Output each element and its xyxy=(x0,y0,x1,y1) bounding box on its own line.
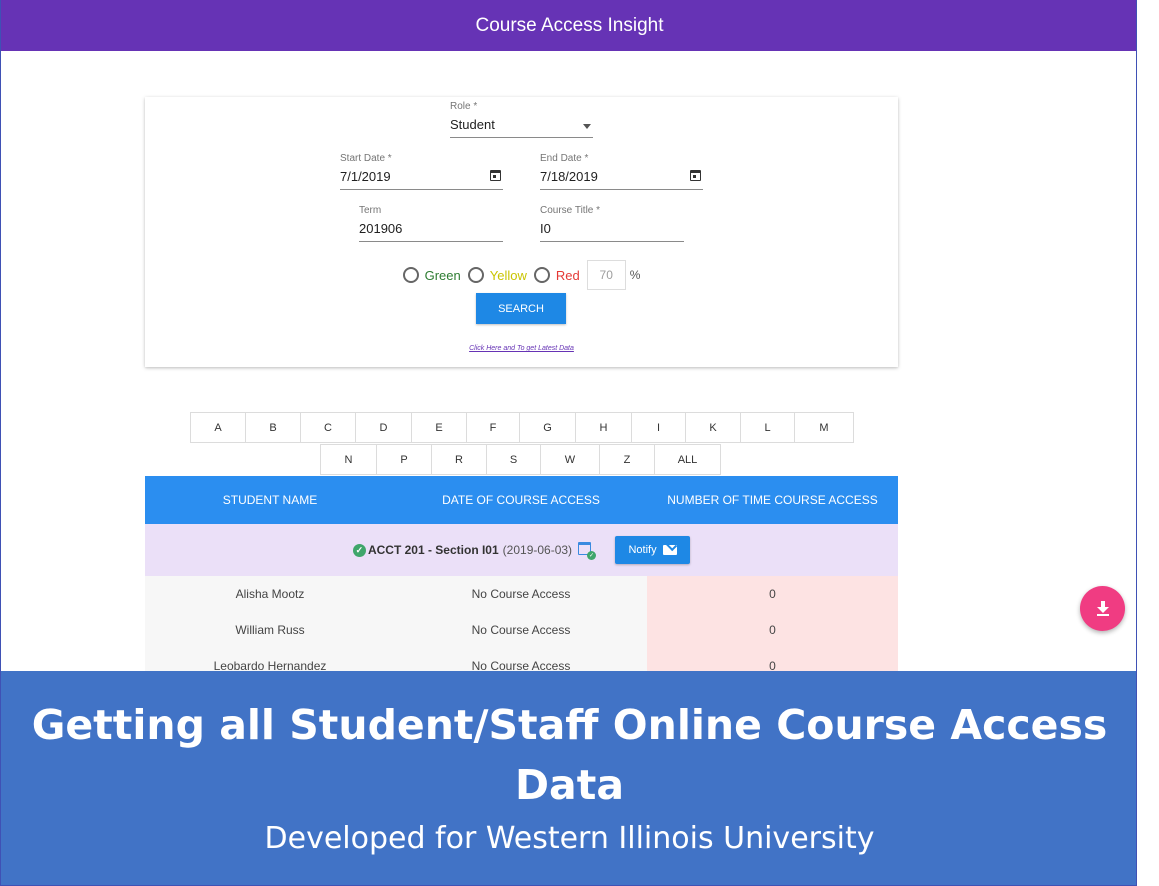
role-select[interactable]: Role * Student xyxy=(450,101,593,138)
table-row: William Russ No Course Access 0 xyxy=(145,612,898,648)
end-date-field[interactable]: End Date * 7/18/2019 xyxy=(540,153,703,190)
app-frame: Course Access Insight Role * Student Sta… xyxy=(0,0,1137,886)
term-field[interactable]: Term 201906 xyxy=(359,205,503,242)
notify-label: Notify xyxy=(628,544,657,556)
radio-red[interactable]: Red xyxy=(533,267,580,283)
start-date-value: 7/1/2019 xyxy=(340,169,391,184)
role-value-text: Student xyxy=(450,117,495,132)
search-button[interactable]: SEARCH xyxy=(476,293,566,324)
app-bar: Course Access Insight xyxy=(1,0,1136,51)
chevron-down-icon[interactable] xyxy=(583,124,591,129)
column-header-access-date[interactable]: DATE OF COURSE ACCESS xyxy=(395,493,647,507)
alpha-button-r[interactable]: R xyxy=(431,444,487,475)
mail-icon xyxy=(662,545,677,555)
alphabet-filter-row-1: A B C D E F G H I K L M xyxy=(190,412,854,443)
end-date-value: 7/18/2019 xyxy=(540,169,598,184)
table-header: STUDENT NAME DATE OF COURSE ACCESS NUMBE… xyxy=(145,476,898,524)
search-form-card: Role * Student Start Date * 7/1/2019 End… xyxy=(145,97,898,367)
download-icon xyxy=(1096,600,1110,617)
alpha-button-c[interactable]: C xyxy=(300,412,356,443)
app-title: Course Access Insight xyxy=(475,14,664,36)
access-date-cell: No Course Access xyxy=(395,612,647,648)
event-available-icon: ✓ xyxy=(578,541,597,560)
section-title: ACCT 201 - Section I01 xyxy=(367,543,499,557)
percent-sign: % xyxy=(629,268,641,282)
radio-yellow[interactable]: Yellow xyxy=(467,267,527,283)
alpha-button-k[interactable]: K xyxy=(685,412,741,443)
table-row: Alisha Mootz No Course Access 0 xyxy=(145,576,898,612)
radio-circle[interactable] xyxy=(467,267,484,283)
banner-subtitle: Developed for Western Illinois Universit… xyxy=(264,821,875,856)
course-title-label: Course Title * xyxy=(540,205,601,216)
end-date-input[interactable]: 7/18/2019 xyxy=(540,164,703,190)
alpha-button-w[interactable]: W xyxy=(540,444,600,475)
end-date-label: End Date * xyxy=(540,153,589,164)
latest-data-link[interactable]: Click Here and To get Latest Data xyxy=(145,345,898,352)
course-section-row: ✓ ACCT 201 - Section I01 (2019-06-03) ✓ … xyxy=(145,524,898,576)
notify-button[interactable]: Notify xyxy=(615,536,691,564)
term-input[interactable]: 201906 xyxy=(359,216,503,242)
start-date-label: Start Date * xyxy=(340,153,392,164)
radio-circle[interactable] xyxy=(533,267,550,283)
course-title-input[interactable]: I0 xyxy=(540,216,684,242)
start-date-input[interactable]: 7/1/2019 xyxy=(340,164,503,190)
banner-headline: Getting all Student/Staff Online Course … xyxy=(31,701,1108,809)
alpha-button-n[interactable]: N xyxy=(320,444,377,475)
radio-red-label: Red xyxy=(555,267,580,283)
alpha-button-f[interactable]: F xyxy=(466,412,520,443)
alpha-button-s[interactable]: S xyxy=(486,444,541,475)
role-value[interactable]: Student xyxy=(450,112,593,138)
mini-check-icon: ✓ xyxy=(587,550,597,560)
alpha-button-m[interactable]: M xyxy=(794,412,854,443)
check-circle-icon: ✓ xyxy=(352,543,366,557)
alpha-button-h[interactable]: H xyxy=(575,412,632,443)
student-name-cell: William Russ xyxy=(145,612,395,648)
start-date-field[interactable]: Start Date * 7/1/2019 xyxy=(340,153,503,190)
alpha-button-all[interactable]: ALL xyxy=(654,444,721,475)
promo-banner: Getting all Student/Staff Online Course … xyxy=(1,671,1136,885)
alpha-button-d[interactable]: D xyxy=(355,412,412,443)
column-header-student-name[interactable]: STUDENT NAME xyxy=(145,493,395,507)
latest-data-link-text[interactable]: Click Here and To get Latest Data xyxy=(469,345,574,352)
radio-green-label: Green xyxy=(424,267,461,283)
alpha-button-a[interactable]: A xyxy=(190,412,246,443)
alpha-button-b[interactable]: B xyxy=(245,412,301,443)
student-name-cell: Alisha Mootz xyxy=(145,576,395,612)
alpha-button-e[interactable]: E xyxy=(411,412,467,443)
access-count-cell: 0 xyxy=(647,612,898,648)
threshold-input[interactable]: 70 xyxy=(586,260,626,290)
radio-circle[interactable] xyxy=(402,267,419,283)
term-label: Term xyxy=(359,205,382,216)
calendar-icon[interactable] xyxy=(690,170,701,181)
radio-yellow-label: Yellow xyxy=(489,267,527,283)
access-count-cell: 0 xyxy=(647,576,898,612)
download-fab-button[interactable] xyxy=(1080,586,1125,631)
section-date: (2019-06-03) xyxy=(502,543,573,557)
alphabet-filter-row-2: N P R S W Z ALL xyxy=(320,444,721,475)
access-date-cell: No Course Access xyxy=(395,576,647,612)
role-label: Role * xyxy=(450,101,478,112)
status-filter-radios: Green Yellow Red 70 % xyxy=(145,260,898,290)
course-title-field[interactable]: Course Title * I0 xyxy=(540,205,684,242)
alpha-button-g[interactable]: G xyxy=(519,412,576,443)
alpha-button-z[interactable]: Z xyxy=(599,444,655,475)
column-header-access-count[interactable]: NUMBER OF TIME COURSE ACCESS xyxy=(647,493,898,507)
calendar-icon[interactable] xyxy=(490,170,501,181)
alpha-button-p[interactable]: P xyxy=(376,444,432,475)
alpha-button-i[interactable]: I xyxy=(631,412,686,443)
alpha-button-l[interactable]: L xyxy=(740,412,795,443)
radio-green[interactable]: Green xyxy=(402,267,461,283)
